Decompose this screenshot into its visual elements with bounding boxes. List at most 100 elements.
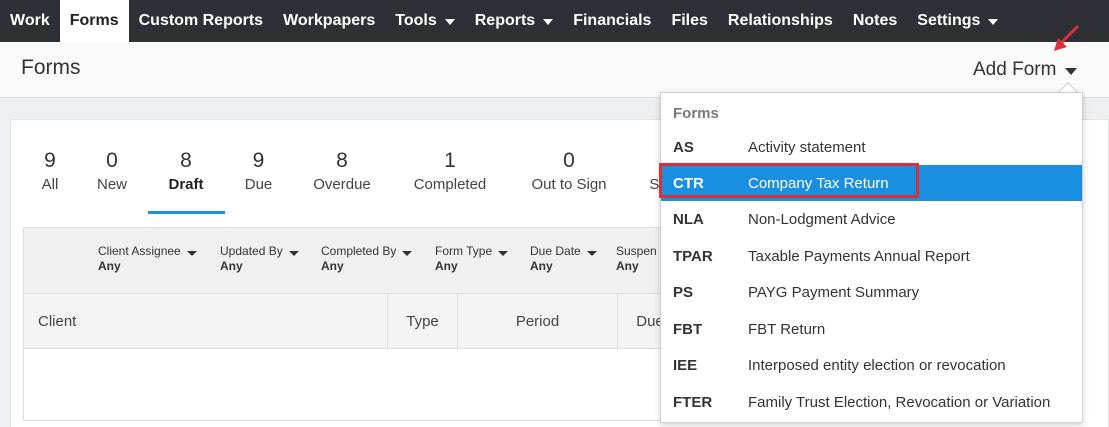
nav-item-notes[interactable]: Notes — [843, 0, 907, 42]
nav-item-custom-reports[interactable]: Custom Reports — [129, 0, 273, 42]
menu-item-iee[interactable]: IEE Interposed entity election or revoca… — [661, 347, 1082, 383]
nav-item-label: Financials — [573, 12, 652, 29]
stat-label: Out to Sign — [531, 176, 607, 193]
add-form-dropdown: Forms AS Activity statement CTR Company … — [660, 92, 1083, 423]
page-title: Forms — [21, 56, 81, 79]
caret-down-icon — [498, 251, 509, 256]
column-header-client[interactable]: Client — [24, 294, 388, 348]
stat-draft[interactable]: 8 Draft — [153, 148, 219, 193]
caret-down-icon — [288, 251, 299, 256]
nav-item-tools[interactable]: Tools — [385, 0, 464, 42]
caret-down-icon — [402, 251, 413, 256]
stat-count: 8 — [336, 149, 348, 172]
stat-new[interactable]: 0 New — [94, 148, 130, 193]
form-name: Non-Lodgment Advice — [748, 210, 896, 228]
filter-label: Suspen — [616, 244, 657, 258]
nav-item-label: Tools — [395, 12, 437, 29]
stat-count: 0 — [106, 149, 118, 172]
filter-value: Any — [321, 259, 344, 273]
filter-value: Any — [435, 259, 458, 273]
stat-count: 0 — [563, 149, 575, 172]
filter-client-assignee[interactable]: Client Assignee Any — [98, 244, 197, 273]
filter-form-type[interactable]: Form Type Any — [435, 244, 509, 273]
filter-label: Client Assignee — [98, 244, 181, 258]
form-code: PS — [673, 283, 694, 301]
form-name: Taxable Payments Annual Report — [748, 247, 970, 265]
form-code: TPAR — [673, 247, 713, 265]
stat-label: Overdue — [313, 176, 371, 193]
filter-value: Any — [616, 259, 639, 273]
nav-item-label: Work — [10, 12, 50, 29]
nav-item-label: Files — [671, 12, 708, 29]
stat-label: Draft — [168, 176, 204, 193]
stat-all[interactable]: 9 All — [37, 148, 63, 193]
form-code: FBT — [673, 320, 703, 338]
top-nav: Work Forms Custom Reports Workpapers Too… — [0, 0, 1109, 42]
stat-overdue[interactable]: 8 Overdue — [307, 148, 377, 193]
filter-suspended[interactable]: Suspen Any — [616, 244, 657, 273]
stat-completed[interactable]: 1 Completed — [407, 148, 493, 193]
stat-label: Completed — [413, 176, 487, 193]
filter-label: Updated By — [220, 244, 283, 258]
nav-item-relationships[interactable]: Relationships — [718, 0, 843, 42]
filter-due-date[interactable]: Due Date Any — [530, 244, 597, 273]
column-header-type[interactable]: Type — [388, 294, 458, 348]
nav-item-label: Forms — [69, 12, 119, 29]
column-header-period[interactable]: Period — [458, 294, 618, 348]
stat-due[interactable]: 9 Due — [240, 148, 277, 193]
nav-item-label: Relationships — [727, 12, 833, 29]
menu-item-fbt[interactable]: FBT FBT Return — [661, 311, 1082, 347]
stat-count: 9 — [252, 149, 265, 172]
table-body — [23, 349, 683, 421]
menu-item-as[interactable]: AS Activity statement — [661, 129, 1082, 165]
filter-label: Form Type — [435, 244, 493, 258]
nav-item-label: Custom Reports — [138, 12, 264, 29]
caret-down-icon — [586, 251, 597, 256]
stat-label: New — [96, 176, 127, 193]
nav-item-label: Workpapers — [283, 12, 376, 29]
form-code: NLA — [673, 210, 704, 228]
caret-down-icon — [444, 18, 455, 25]
filter-value: Any — [530, 259, 553, 273]
stat-out-to-sign[interactable]: 0 Out to Sign — [523, 148, 615, 193]
nav-item-label: Settings — [917, 12, 981, 29]
nav-item-reports[interactable]: Reports — [465, 0, 563, 42]
add-form-button[interactable]: Add Form — [973, 59, 1078, 81]
menu-item-fter[interactable]: FTER Family Trust Election, Revocation o… — [661, 384, 1082, 420]
nav-item-files[interactable]: Files — [661, 0, 717, 42]
stat-count: 9 — [44, 149, 56, 172]
annotation-arrow-icon — [1054, 24, 1080, 51]
filter-bar: Client Assignee Any Updated By Any Compl… — [23, 227, 683, 293]
page-header: Forms Add Form — [0, 42, 1109, 98]
table-header: Client Type Period Due — [23, 293, 683, 349]
form-code: AS — [673, 138, 694, 156]
nav-item-financials[interactable]: Financials — [563, 0, 661, 42]
form-name: FBT Return — [748, 320, 826, 338]
stat-label: Due — [244, 176, 273, 193]
form-name: Activity statement — [748, 138, 866, 156]
nav-item-forms[interactable]: Forms — [59, 0, 129, 42]
caret-down-icon — [988, 18, 999, 25]
menu-item-nla[interactable]: NLA Non-Lodgment Advice — [661, 201, 1082, 237]
nav-item-settings[interactable]: Settings — [907, 0, 1008, 42]
form-name: PAYG Payment Summary — [748, 283, 920, 301]
menu-item-ps[interactable]: PS PAYG Payment Summary — [661, 274, 1082, 310]
nav-item-label: Notes — [852, 12, 898, 29]
filter-completed-by[interactable]: Completed By Any — [321, 244, 413, 273]
nav-item-work[interactable]: Work — [0, 0, 60, 42]
add-form-label: Add Form — [973, 59, 1057, 80]
annotation-highlight-box — [659, 163, 919, 198]
caret-down-icon — [186, 251, 197, 256]
menu-item-tpar[interactable]: TPAR Taxable Payments Annual Report — [661, 238, 1082, 274]
nav-item-label: Reports — [474, 12, 536, 29]
stat-count: 1 — [444, 149, 456, 172]
form-code: FTER — [673, 393, 713, 411]
nav-item-workpapers[interactable]: Workpapers — [273, 0, 385, 42]
filter-updated-by[interactable]: Updated By Any — [220, 244, 299, 273]
stat-label: All — [41, 176, 59, 193]
form-name: Family Trust Election, Revocation or Var… — [748, 393, 1051, 411]
dropdown-header: Forms — [673, 105, 719, 122]
filter-label: Completed By — [321, 244, 397, 258]
form-code: IEE — [673, 356, 698, 374]
filter-value: Any — [98, 259, 121, 273]
